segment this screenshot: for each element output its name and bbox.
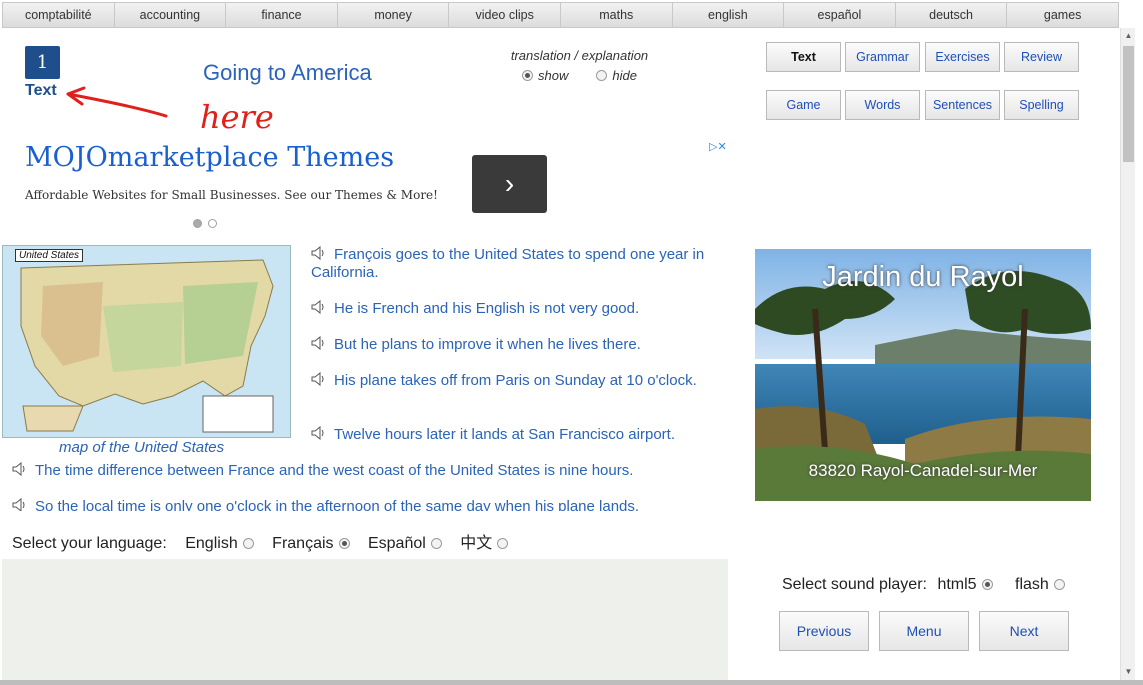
annotation-arrow-icon <box>66 86 168 118</box>
translation-hide-label: hide <box>612 68 637 83</box>
sentence-text: He is French and his English is not very… <box>334 300 640 317</box>
review-button[interactable]: Review <box>1004 42 1079 72</box>
sentence-1[interactable]: François goes to the United States to sp… <box>311 246 721 282</box>
sentence-text: The time difference between France and t… <box>35 462 634 479</box>
carousel-dot[interactable] <box>193 219 202 228</box>
scroll-down-arrow-icon[interactable]: ▼ <box>1121 664 1136 680</box>
radio-hide[interactable] <box>596 70 608 81</box>
translation-toggle: translation / explanation show hide <box>497 48 662 83</box>
speaker-icon[interactable] <box>311 300 326 314</box>
sound-player-selector: Select sound player: html5 flash <box>782 576 1065 594</box>
ad-next-button[interactable]: › <box>472 155 547 213</box>
location-photo: Jardin du Rayol 83820 Rayol-Canadel-sur-… <box>755 249 1091 501</box>
content-panel-blank <box>2 559 728 680</box>
sentences-button[interactable]: Sentences <box>925 90 1000 120</box>
language-espanol-label: Español <box>367 535 426 552</box>
translation-show-option[interactable]: show <box>522 68 568 83</box>
language-english-label: English <box>185 535 238 552</box>
sentence-text: His plane takes off from Paris on Sunday… <box>334 372 697 389</box>
radio-english[interactable] <box>242 538 254 549</box>
game-button[interactable]: Game <box>766 90 841 120</box>
nav-deutsch[interactable]: deutsch <box>895 3 1008 27</box>
grammar-button[interactable]: Grammar <box>845 42 920 72</box>
nav-comptabilite[interactable]: comptabilité <box>3 3 115 27</box>
spelling-button[interactable]: Spelling <box>1004 90 1079 120</box>
scrollbar[interactable]: ▲ ▼ <box>1120 28 1135 680</box>
map-label: United States <box>15 249 84 262</box>
speaker-icon[interactable] <box>12 462 27 476</box>
top-nav: comptabilité accounting finance money vi… <box>2 2 1119 28</box>
speaker-icon[interactable] <box>311 336 326 350</box>
radio-html5[interactable] <box>981 579 993 590</box>
translation-hide-option[interactable]: hide <box>596 68 637 83</box>
text-button[interactable]: Text <box>766 42 841 72</box>
nav-games[interactable]: games <box>1007 3 1118 27</box>
photo-title: Jardin du Rayol <box>822 261 1024 293</box>
ad-carousel-dots <box>193 215 223 233</box>
next-button[interactable]: Next <box>979 611 1069 651</box>
radio-chinese[interactable] <box>497 538 509 549</box>
sound-html5-label: html5 <box>937 576 977 593</box>
ad-title[interactable]: MOJOmarketplace Themes <box>25 142 394 173</box>
sentence-text: François goes to the United States to sp… <box>311 246 705 281</box>
sound-flash-label: flash <box>1015 576 1049 593</box>
radio-espanol[interactable] <box>430 538 442 549</box>
sentence-text: Twelve hours later it lands at San Franc… <box>334 426 675 443</box>
language-chinese-label: 中文 <box>460 535 493 552</box>
advertisement[interactable]: MOJOmarketplace Themes Affordable Websit… <box>25 138 740 228</box>
nav-video-clips[interactable]: video clips <box>449 3 561 27</box>
handwritten-annotation: here <box>66 86 274 134</box>
language-english-option[interactable]: English <box>185 535 254 552</box>
sentence-7[interactable]: So the local time is only one o'clock in… <box>12 498 722 511</box>
sentence-5[interactable]: Twelve hours later it lands at San Franc… <box>311 426 721 444</box>
language-selector: Select your language: English Français E… <box>12 529 509 553</box>
ad-subtitle[interactable]: Affordable Websites for Small Businesses… <box>25 188 438 202</box>
language-espanol-option[interactable]: Español <box>368 535 442 552</box>
language-chinese-option[interactable]: 中文 <box>460 535 509 552</box>
sentence-text: But he plans to improve it when he lives… <box>334 336 641 353</box>
language-label: Select your language: <box>12 535 167 552</box>
translation-heading: translation / explanation <box>510 48 649 63</box>
sound-flash-option[interactable]: flash <box>1015 576 1065 593</box>
speaker-icon[interactable] <box>311 426 326 440</box>
words-button[interactable]: Words <box>845 90 920 120</box>
nav-accounting[interactable]: accounting <box>114 3 227 27</box>
photo-subtitle: 83820 Rayol-Canadel-sur-Mer <box>808 461 1038 480</box>
sentence-3[interactable]: But he plans to improve it when he lives… <box>311 336 721 354</box>
map-caption: map of the United States <box>59 439 225 456</box>
sound-label: Select sound player: <box>782 576 927 593</box>
language-francais-option[interactable]: Français <box>272 535 350 552</box>
nav-english[interactable]: english <box>672 3 785 27</box>
previous-button[interactable]: Previous <box>779 611 869 651</box>
nav-money[interactable]: money <box>337 3 450 27</box>
sentence-text: So the local time is only one o'clock in… <box>35 498 640 511</box>
sentence-6[interactable]: The time difference between France and t… <box>12 462 722 480</box>
sound-html5-option[interactable]: html5 <box>937 576 993 593</box>
annotation-text: here <box>200 98 274 134</box>
speaker-icon[interactable] <box>311 246 326 260</box>
sentence-2[interactable]: He is French and his English is not very… <box>311 300 721 318</box>
ad-close-icon[interactable]: ▷✕ <box>709 140 727 153</box>
radio-flash[interactable] <box>1053 579 1065 590</box>
radio-show[interactable] <box>522 70 534 81</box>
carousel-dot[interactable] <box>208 219 217 228</box>
scroll-up-arrow-icon[interactable]: ▲ <box>1121 28 1136 44</box>
nav-maths[interactable]: maths <box>560 3 673 27</box>
scroll-thumb[interactable] <box>1123 46 1134 162</box>
speaker-icon[interactable] <box>311 372 326 386</box>
speaker-icon[interactable] <box>12 498 27 511</box>
nav-espanol[interactable]: español <box>784 3 896 27</box>
radio-francais[interactable] <box>338 538 350 549</box>
lesson-number-badge: 1 <box>25 46 60 79</box>
sentence-4[interactable]: His plane takes off from Paris on Sunday… <box>311 372 721 390</box>
map-illustration <box>3 246 290 437</box>
language-francais-label: Français <box>272 535 334 552</box>
translation-show-label: show <box>538 68 569 83</box>
nav-finance[interactable]: finance <box>226 3 338 27</box>
us-map-image: United States <box>2 245 291 438</box>
exercises-button[interactable]: Exercises <box>925 42 1000 72</box>
lesson-section-label: Text <box>25 82 57 99</box>
menu-button[interactable]: Menu <box>879 611 969 651</box>
window-bottom-edge <box>0 680 1143 685</box>
